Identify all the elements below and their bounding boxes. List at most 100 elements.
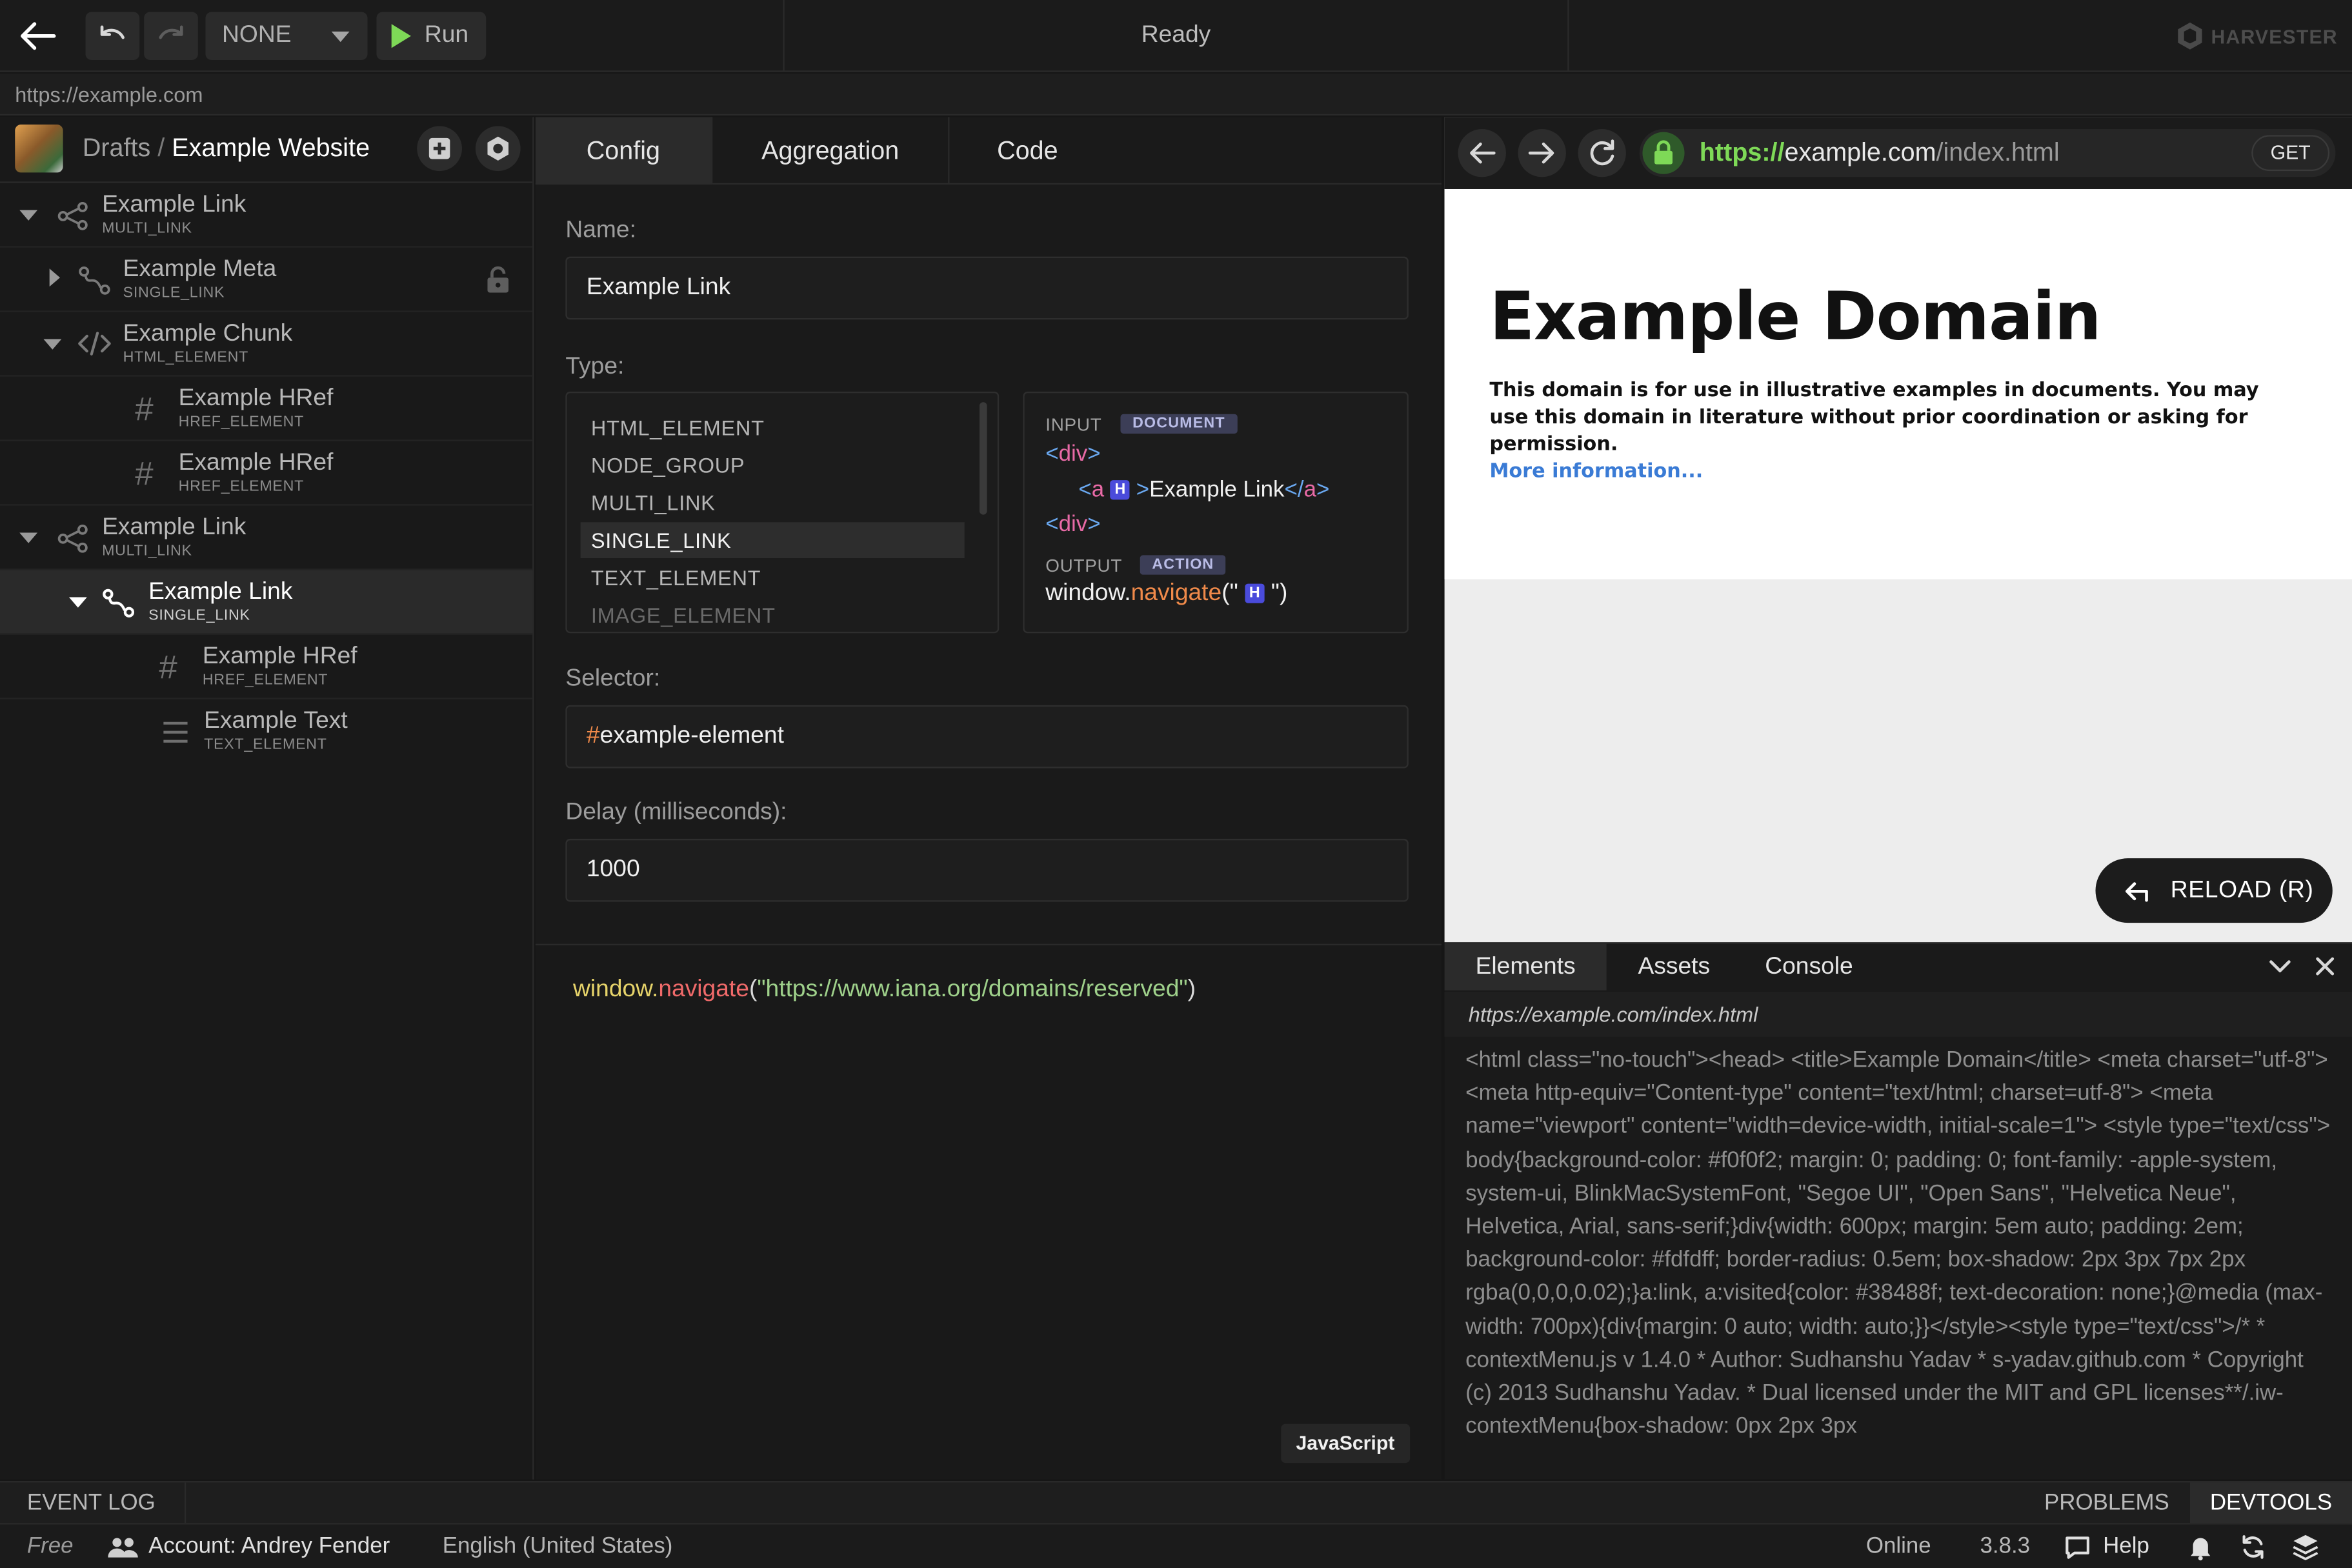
tab-code[interactable]: Code <box>949 117 1105 185</box>
close-bracket: </ <box>1284 477 1304 503</box>
caret-down-icon[interactable] <box>68 597 87 608</box>
listbox-scrollbar[interactable] <box>979 402 987 515</box>
tree-item[interactable]: Example Meta SINGLE_LINK <box>0 248 533 312</box>
h-badge: H <box>1245 583 1265 603</box>
tree-item[interactable]: Example Chunk HTML_ELEMENT <box>0 312 533 377</box>
close-bracket: > <box>1136 477 1150 503</box>
page-link[interactable]: More information... <box>1489 461 1703 483</box>
page-url: https://example.com <box>0 73 2352 116</box>
http-method-select[interactable]: GET <box>2251 135 2330 172</box>
tree-item[interactable]: Example Link MULTI_LINK <box>0 506 533 570</box>
chat-icon[interactable] <box>2064 1535 2091 1561</box>
type-option[interactable]: TEXT_ELEMENT <box>581 559 965 596</box>
play-icon <box>391 24 411 48</box>
address-bar[interactable]: https://example.com/index.html GET <box>1639 128 2336 177</box>
tree-item[interactable]: Example Link MULTI_LINK <box>0 183 533 248</box>
tree-item[interactable]: # Example HRef HREF_ELEMENT <box>0 377 533 441</box>
selector-label: Selector: <box>565 666 661 692</box>
chevron-down-icon[interactable] <box>2268 958 2292 976</box>
tab-console[interactable]: Console <box>1743 944 1875 990</box>
hash-icon: # <box>135 390 154 428</box>
tree-item-name: Example Text <box>204 708 348 734</box>
account-label[interactable]: Account: Andrey Fender <box>148 1534 390 1560</box>
undo-icon <box>100 25 125 39</box>
a-tag: a <box>1303 477 1316 503</box>
back-arrow-icon[interactable] <box>18 18 57 54</box>
avatar[interactable] <box>15 125 63 173</box>
code-object: window. <box>1045 580 1131 607</box>
redo-button[interactable] <box>144 12 198 61</box>
tab-elements[interactable]: Elements <box>1444 943 1607 990</box>
type-option[interactable]: HTML_ELEMENT <box>581 410 965 446</box>
browser-forward-button[interactable] <box>1518 128 1566 177</box>
caret-down-icon[interactable] <box>43 339 62 350</box>
code-editor[interactable]: window.navigate("https://www.iana.org/do… <box>535 943 1442 1480</box>
delay-field[interactable]: 1000 <box>565 838 1409 902</box>
browser-refresh-button[interactable] <box>1578 128 1626 177</box>
code-paren: ") <box>1271 580 1288 607</box>
selector-value: example-element <box>599 723 784 749</box>
problems-tab[interactable]: PROBLEMS <box>2029 1482 2184 1523</box>
event-log-tab[interactable]: EVENT LOG <box>0 1482 186 1523</box>
caret-down-icon[interactable] <box>19 210 38 221</box>
name-field[interactable]: Example Link <box>565 256 1409 320</box>
open-bracket: < <box>1078 477 1092 503</box>
help-label[interactable]: Help <box>2103 1534 2149 1560</box>
tab-assets[interactable]: Assets <box>1614 944 1734 990</box>
tree-item-selected[interactable]: Example Link SINGLE_LINK <box>0 570 533 635</box>
type-option[interactable]: MULTI_LINK <box>581 485 965 521</box>
breadcrumb-project[interactable]: Example Website <box>172 134 370 162</box>
run-button[interactable]: Run <box>376 12 487 61</box>
breadcrumb: Drafts / Example Website <box>83 134 370 164</box>
chevron-down-icon <box>331 31 350 43</box>
tree-item-name: Example HRef <box>178 450 334 476</box>
arrow-right-icon <box>1528 142 1554 164</box>
tree-item[interactable]: # Example HRef HREF_ELEMENT <box>0 441 533 506</box>
selector-field[interactable]: #example-element <box>565 705 1409 769</box>
tree-item[interactable]: # Example HRef HREF_ELEMENT <box>0 635 533 699</box>
browser-back-button[interactable] <box>1458 128 1506 177</box>
tree-item-type: SINGLE_LINK <box>123 285 225 302</box>
caret-down-icon[interactable] <box>19 532 38 543</box>
div-tag: div <box>1058 441 1088 467</box>
tree-item-name: Example Link <box>102 192 246 218</box>
language-label[interactable]: English (United States) <box>443 1534 673 1560</box>
mode-select[interactable]: NONE <box>205 12 368 61</box>
devtools-tab[interactable]: DEVTOOLS <box>2189 1482 2352 1523</box>
bell-icon[interactable] <box>2189 1535 2213 1561</box>
add-item-button[interactable] <box>417 126 462 172</box>
open-bracket: < <box>1045 441 1059 467</box>
close-bracket: > <box>1087 511 1101 538</box>
settings-button[interactable] <box>475 126 521 172</box>
close-icon[interactable] <box>2315 956 2336 977</box>
type-option[interactable]: IMAGE_ELEMENT <box>581 597 965 631</box>
type-option[interactable]: NODE_GROUP <box>581 447 965 483</box>
sync-icon[interactable] <box>2240 1534 2267 1561</box>
tree-item-name: Example HRef <box>178 385 334 412</box>
tree-item-type: MULTI_LINK <box>102 543 192 560</box>
undo-button[interactable] <box>85 12 140 61</box>
breadcrumb-drafts[interactable]: Drafts <box>83 134 150 162</box>
tab-aggregation[interactable]: Aggregation <box>712 117 950 185</box>
tab-config[interactable]: Config <box>535 117 713 185</box>
editor-tabs: Config Aggregation Code <box>535 117 1442 185</box>
status-bar: Free Account: Andrey Fender English (Uni… <box>0 1523 2352 1568</box>
top-toolbar: NONE Run Ready HARVESTER <box>0 0 2352 72</box>
caret-right-icon[interactable] <box>49 268 60 287</box>
lock-icon[interactable] <box>486 266 510 294</box>
single-link-icon <box>79 266 110 295</box>
code-paren: ( <box>749 976 758 1003</box>
reload-button[interactable]: RELOAD (R) <box>2095 858 2333 923</box>
output-code: window.navigate(" H ") <box>1045 581 1287 608</box>
type-option-selected[interactable]: SINGLE_LINK <box>580 522 965 559</box>
tree-item-type: HREF_ELEMENT <box>178 478 305 496</box>
output-label: OUTPUT <box>1045 555 1123 576</box>
tree-item[interactable]: Example Text TEXT_ELEMENT <box>0 699 532 764</box>
language-badge[interactable]: JavaScript <box>1281 1423 1410 1463</box>
hash-icon: # <box>159 648 177 686</box>
page-heading: Example Domain <box>1489 279 2101 356</box>
input-label: INPUT <box>1045 414 1102 436</box>
layers-icon[interactable] <box>2292 1534 2319 1561</box>
url-scheme: https:// <box>1699 137 1785 167</box>
type-listbox[interactable]: HTML_ELEMENT NODE_GROUP MULTI_LINK SINGL… <box>565 391 1000 634</box>
